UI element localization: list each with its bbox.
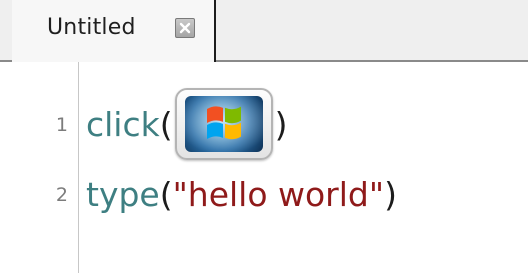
function-name: click bbox=[86, 104, 160, 144]
line-number: 2 bbox=[55, 184, 68, 206]
code-editor[interactable]: 1 2 click () type ("hello world") bbox=[0, 62, 528, 273]
line-number-gutter: 1 2 bbox=[0, 62, 79, 273]
open-paren: ( bbox=[159, 104, 173, 144]
open-paren: ( bbox=[159, 174, 173, 214]
string-argument: "hello world" bbox=[172, 174, 385, 214]
tab-title: Untitled bbox=[47, 15, 136, 40]
close-icon[interactable] bbox=[175, 18, 195, 38]
code-line-1[interactable]: click () bbox=[86, 88, 288, 160]
close-paren: ) bbox=[274, 104, 288, 144]
function-name: type bbox=[86, 174, 160, 214]
windows-logo-icon bbox=[184, 96, 263, 152]
code-line-2[interactable]: type ( "hello world" ) bbox=[86, 170, 397, 218]
close-paren: ) bbox=[384, 174, 397, 214]
image-pattern-button[interactable] bbox=[174, 88, 273, 160]
tab-untitled[interactable]: Untitled bbox=[12, 0, 216, 62]
tab-bar: Untitled bbox=[0, 0, 528, 62]
line-number: 1 bbox=[55, 114, 68, 136]
